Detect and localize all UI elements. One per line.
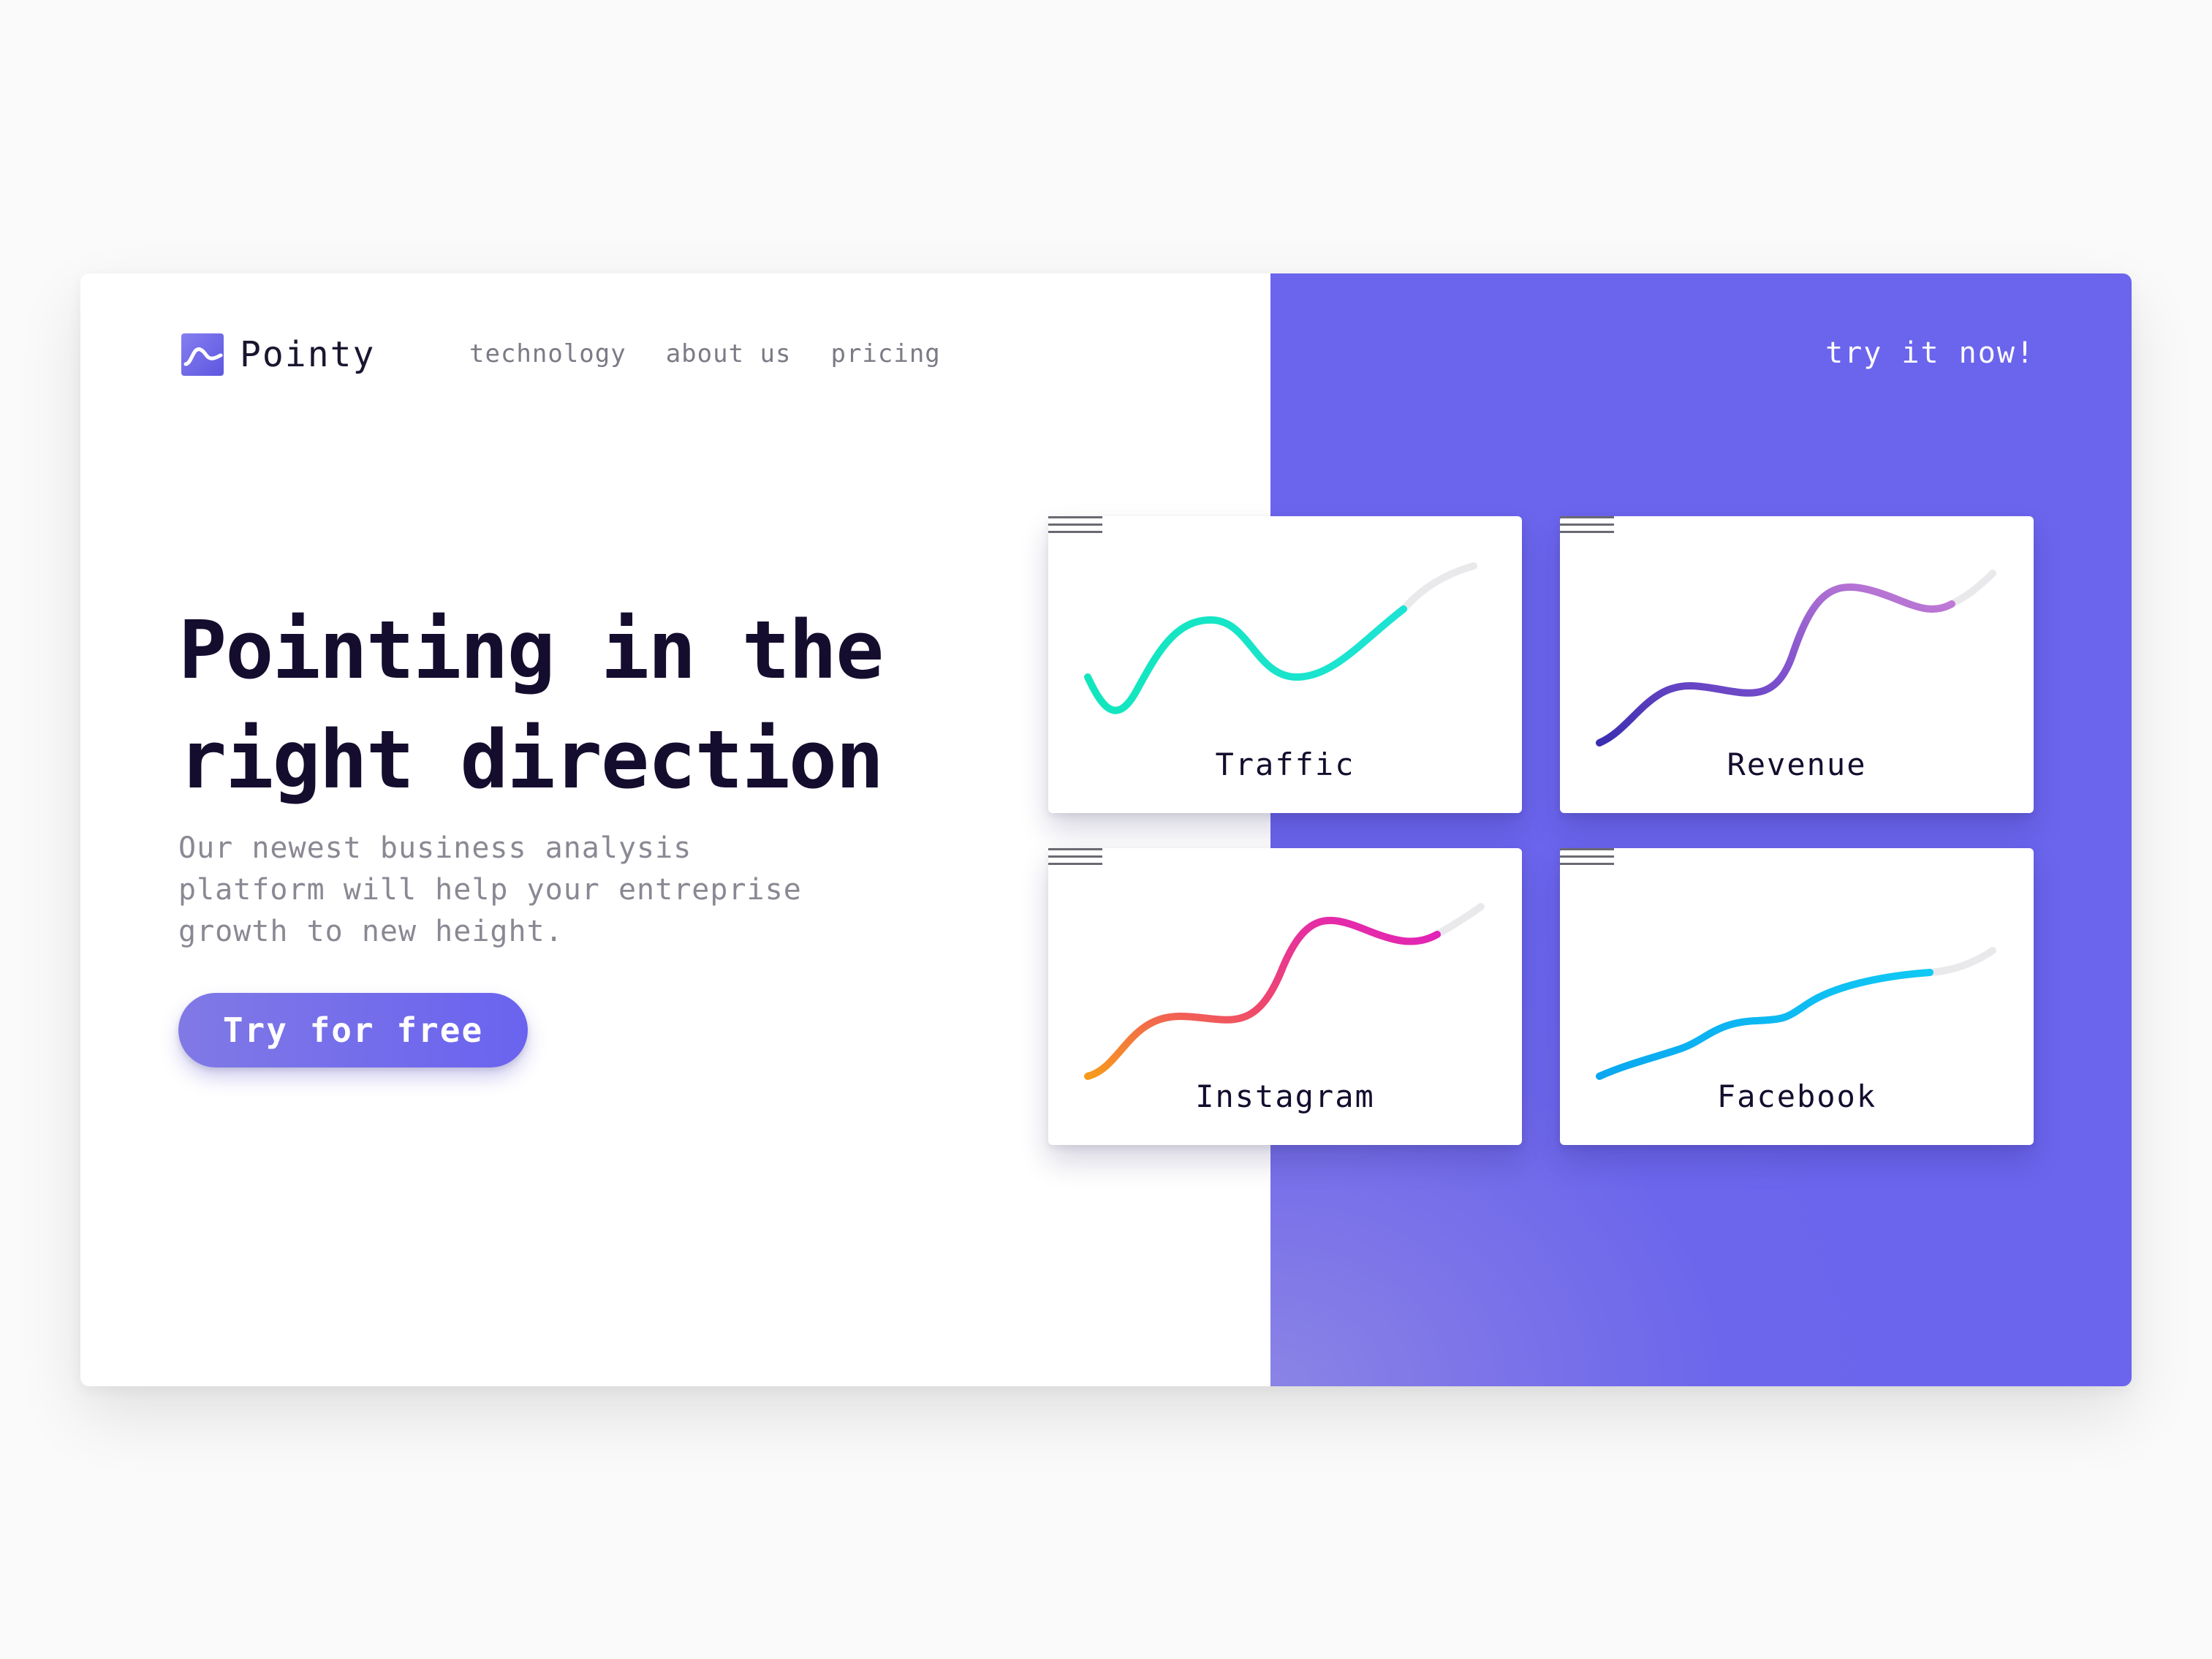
hamburger-menu-icon[interactable]: [1560, 848, 1614, 867]
wave-logo-icon: [181, 333, 224, 376]
brand-logo[interactable]: Pointy: [181, 333, 375, 376]
traffic-line: [1084, 605, 1407, 714]
hero-title-line-2: right direction: [178, 713, 884, 806]
facebook-card[interactable]: Facebook: [1560, 848, 2034, 1145]
nav-link-about-us[interactable]: about us: [666, 339, 792, 369]
hamburger-menu-icon[interactable]: [1048, 516, 1102, 535]
landing-page-frame: Pointy technology about us pricing try i…: [80, 273, 2132, 1386]
instagram-card[interactable]: Instagram: [1048, 848, 1522, 1145]
instagram-card-label: Instagram: [1195, 1078, 1375, 1114]
hero-subtitle-line-3: growth to new height.: [178, 915, 564, 948]
facebook-line-tail: [1926, 947, 1996, 976]
instagram-line: [1084, 916, 1441, 1080]
hero-subtitle-line-1: Our newest business analysis: [178, 831, 692, 865]
hero-subtitle: Our newest business analysis platform wi…: [178, 828, 924, 953]
hamburger-menu-icon[interactable]: [1048, 848, 1102, 867]
hero-title: Pointing in the right direction: [178, 595, 909, 815]
facebook-line: [1596, 969, 1933, 1080]
revenue-card-label: Revenue: [1727, 747, 1867, 782]
hero-title-line-1: Pointing in the: [178, 603, 884, 697]
traffic-line-tail: [1400, 562, 1477, 613]
hamburger-menu-icon[interactable]: [1560, 516, 1614, 535]
nav-link-pricing[interactable]: pricing: [830, 339, 940, 369]
revenue-card[interactable]: Revenue: [1560, 516, 2034, 813]
try-it-now-link[interactable]: try it now!: [1825, 336, 2035, 370]
traffic-card[interactable]: Traffic: [1048, 516, 1522, 813]
revenue-line-tail: [1948, 570, 1996, 608]
revenue-line: [1596, 583, 1955, 747]
purple-hero-panel: [1270, 273, 2132, 1386]
traffic-card-label: Traffic: [1215, 747, 1355, 782]
try-for-free-button[interactable]: Try for free: [178, 993, 528, 1067]
brand-name: Pointy: [240, 334, 376, 375]
main-nav: technology about us pricing: [469, 339, 941, 369]
facebook-card-label: Facebook: [1716, 1078, 1877, 1114]
instagram-line-tail: [1433, 903, 1485, 938]
nav-link-technology[interactable]: technology: [469, 339, 626, 369]
hero-subtitle-line-2: platform will help your entreprise: [178, 873, 802, 907]
